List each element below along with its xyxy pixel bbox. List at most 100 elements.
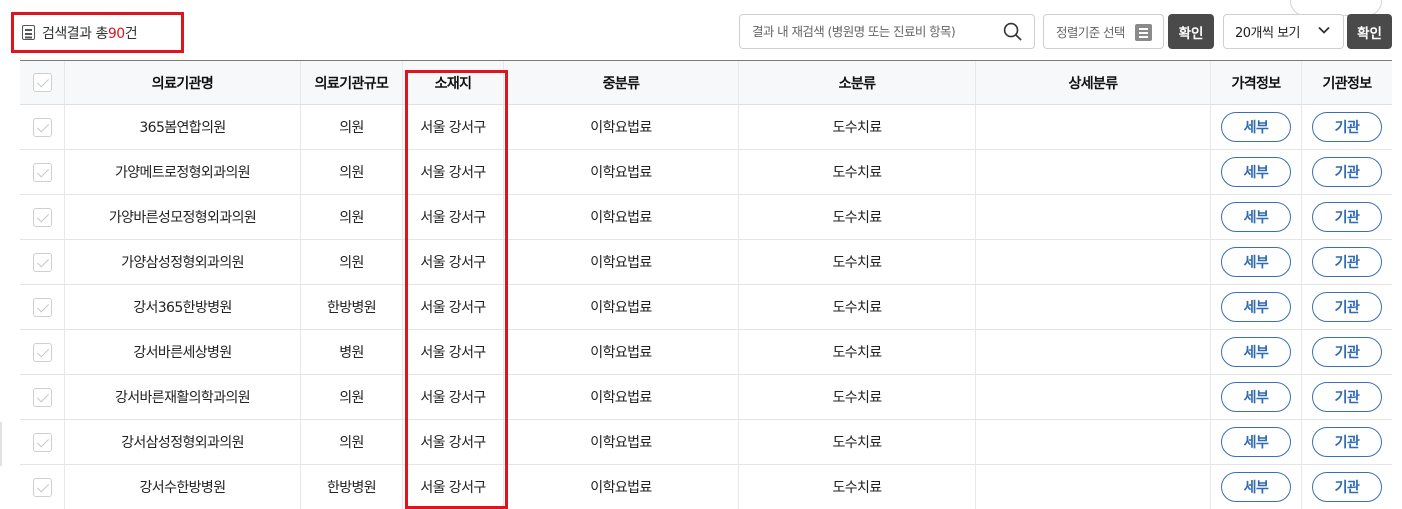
cell-location: 서울 강서구 — [403, 240, 504, 284]
header-location: 소재지 — [403, 61, 504, 104]
detail-button[interactable]: 세부 — [1221, 382, 1291, 412]
detail-button[interactable]: 세부 — [1221, 202, 1291, 232]
row-checkbox[interactable] — [32, 477, 52, 497]
chevron-down-icon — [1318, 26, 1330, 34]
cell-detail-category — [976, 240, 1211, 284]
header-price-info: 가격정보 — [1211, 61, 1302, 104]
sort-select[interactable]: 정렬기준 선택 — [1043, 14, 1164, 49]
cell-institution-size: 의원 — [301, 420, 403, 464]
row-checkbox[interactable] — [32, 342, 52, 362]
detail-button[interactable]: 세부 — [1221, 427, 1291, 457]
cell-mid-category: 이학요법료 — [504, 105, 739, 149]
row-checkbox[interactable] — [32, 207, 52, 227]
cell-institution-info: 기관 — [1302, 240, 1392, 284]
search-input[interactable] — [740, 15, 990, 48]
row-checkbox[interactable] — [32, 297, 52, 317]
cell-institution-name: 가양메트로정형외과의원 — [65, 150, 301, 194]
institution-button[interactable]: 기관 — [1312, 292, 1382, 322]
row-checkbox[interactable] — [32, 252, 52, 272]
detail-button[interactable]: 세부 — [1221, 472, 1291, 502]
row-select-cell — [20, 420, 65, 464]
table-row: 강서삼성정형외과의원 의원 서울 강서구 이학요법료 도수치료 세부 기관 — [20, 420, 1392, 465]
cell-price-info: 세부 — [1211, 330, 1302, 374]
row-select-cell — [20, 465, 65, 509]
row-checkbox[interactable] — [32, 432, 52, 452]
cell-location: 서울 강서구 — [403, 150, 504, 194]
cell-institution-info: 기관 — [1302, 465, 1392, 509]
row-select-cell — [20, 150, 65, 194]
cell-price-info: 세부 — [1211, 285, 1302, 329]
institution-button[interactable]: 기관 — [1312, 382, 1382, 412]
row-checkbox[interactable] — [32, 162, 52, 182]
cell-detail-category — [976, 105, 1211, 149]
row-select-cell — [20, 330, 65, 374]
detail-button[interactable]: 세부 — [1221, 292, 1291, 322]
sort-confirm-button[interactable]: 확인 — [1168, 14, 1214, 49]
cell-sub-category: 도수치료 — [739, 105, 976, 149]
cell-institution-name: 강서바른재활의학과의원 — [65, 375, 301, 419]
row-checkbox[interactable] — [32, 117, 52, 137]
cell-detail-category — [976, 375, 1211, 419]
cell-sub-category: 도수치료 — [739, 240, 976, 284]
page-size-select[interactable]: 20개씩 보기 — [1223, 14, 1344, 49]
results-table: 의료기관명 의료기관규모 소재지 중분류 소분류 상세분류 가격정보 기관정보 … — [20, 60, 1392, 509]
cell-detail-category — [976, 330, 1211, 374]
row-select-cell — [20, 285, 65, 329]
cell-mid-category: 이학요법료 — [504, 375, 739, 419]
list-icon — [1135, 24, 1152, 41]
cell-price-info: 세부 — [1211, 420, 1302, 464]
select-all-checkbox[interactable] — [32, 73, 52, 92]
header-mid-category: 중분류 — [504, 61, 739, 104]
row-checkbox[interactable] — [32, 387, 52, 407]
detail-button[interactable]: 세부 — [1221, 247, 1291, 277]
cell-sub-category: 도수치료 — [739, 420, 976, 464]
cell-price-info: 세부 — [1211, 105, 1302, 149]
page-size-confirm-button[interactable]: 확인 — [1347, 14, 1392, 49]
row-select-cell — [20, 105, 65, 149]
cell-location: 서울 강서구 — [403, 375, 504, 419]
cell-institution-info: 기관 — [1302, 150, 1392, 194]
cell-institution-size: 한방병원 — [301, 465, 403, 509]
cell-institution-name: 강서365한방병원 — [65, 285, 301, 329]
result-count-number: 90 — [107, 25, 125, 42]
left-edge-tab — [0, 422, 2, 466]
detail-button[interactable]: 세부 — [1221, 337, 1291, 367]
cell-mid-category: 이학요법료 — [504, 465, 739, 509]
header-detail-category: 상세분류 — [976, 61, 1211, 104]
cell-institution-info: 기관 — [1302, 105, 1392, 149]
cell-location: 서울 강서구 — [403, 105, 504, 149]
cell-location: 서울 강서구 — [403, 195, 504, 239]
cell-institution-info: 기관 — [1302, 330, 1392, 374]
table-row: 강서365한방병원 한방병원 서울 강서구 이학요법료 도수치료 세부 기관 — [20, 285, 1392, 330]
cell-institution-name: 가양바른성모정형외과의원 — [65, 195, 301, 239]
table-row: 가양바른성모정형외과의원 의원 서울 강서구 이학요법료 도수치료 세부 기관 — [20, 195, 1392, 240]
cell-price-info: 세부 — [1211, 150, 1302, 194]
detail-button[interactable]: 세부 — [1221, 157, 1291, 187]
cell-institution-info: 기관 — [1302, 285, 1392, 329]
cell-location: 서울 강서구 — [403, 465, 504, 509]
institution-button[interactable]: 기관 — [1312, 157, 1382, 187]
result-count-box: 검색결과 총90건 — [11, 12, 184, 53]
cell-mid-category: 이학요법료 — [504, 330, 739, 374]
cell-institution-name: 강서수한방병원 — [65, 465, 301, 509]
cell-sub-category: 도수치료 — [739, 195, 976, 239]
search-icon[interactable] — [1003, 22, 1022, 41]
header-institution-name: 의료기관명 — [65, 61, 301, 104]
cell-mid-category: 이학요법료 — [504, 285, 739, 329]
table-header-row: 의료기관명 의료기관규모 소재지 중분류 소분류 상세분류 가격정보 기관정보 — [20, 61, 1392, 105]
row-select-cell — [20, 240, 65, 284]
institution-button[interactable]: 기관 — [1312, 202, 1382, 232]
table-row: 강서바른세상병원 병원 서울 강서구 이학요법료 도수치료 세부 기관 — [20, 330, 1392, 375]
result-count: 검색결과 총90건 — [42, 25, 138, 42]
institution-button[interactable]: 기관 — [1312, 112, 1382, 142]
table-row: 365봄연합의원 의원 서울 강서구 이학요법료 도수치료 세부 기관 — [20, 105, 1392, 150]
detail-button[interactable]: 세부 — [1221, 112, 1291, 142]
institution-button[interactable]: 기관 — [1312, 427, 1382, 457]
cell-location: 서울 강서구 — [403, 285, 504, 329]
institution-button[interactable]: 기관 — [1312, 247, 1382, 277]
institution-button[interactable]: 기관 — [1312, 337, 1382, 367]
cell-sub-category: 도수치료 — [739, 330, 976, 374]
cell-institution-size: 한방병원 — [301, 285, 403, 329]
cell-institution-size: 병원 — [301, 330, 403, 374]
institution-button[interactable]: 기관 — [1312, 472, 1382, 502]
